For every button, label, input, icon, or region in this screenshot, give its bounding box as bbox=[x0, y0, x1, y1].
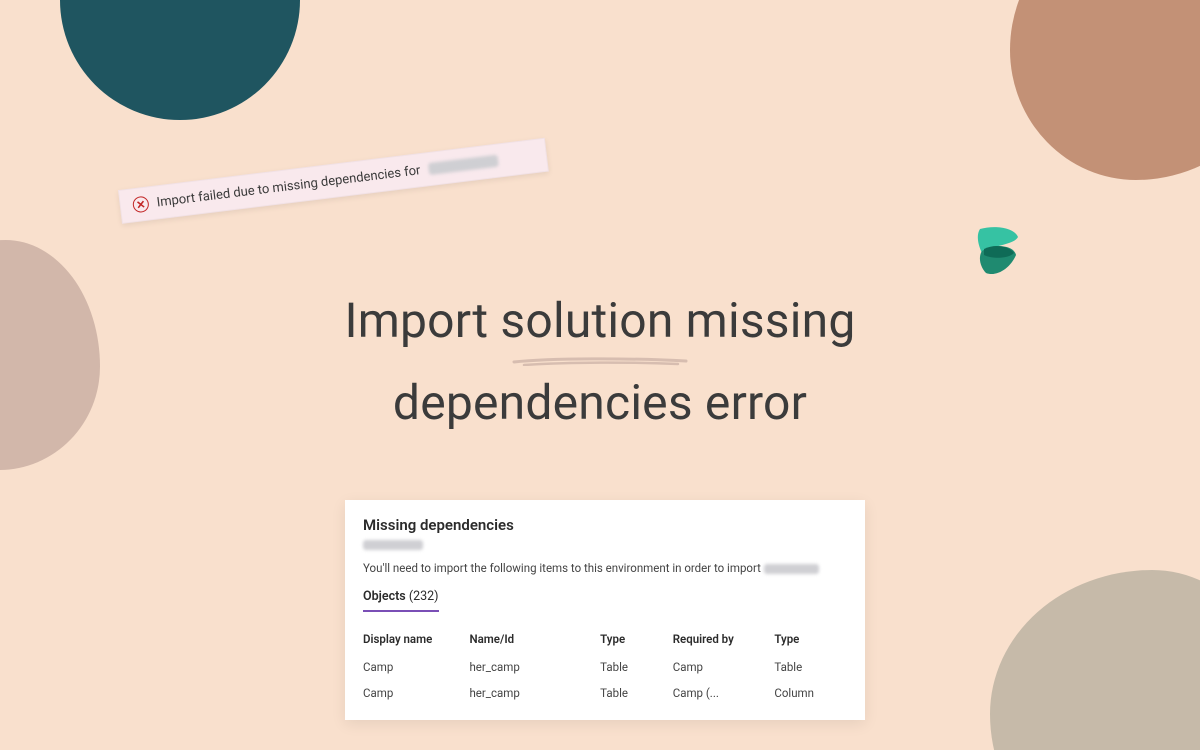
power-platform-logo-icon bbox=[974, 225, 1020, 279]
tab-count: (232) bbox=[409, 589, 439, 604]
page-title: Import solution missing dependencies err… bbox=[0, 290, 1200, 435]
redacted-text bbox=[428, 155, 499, 175]
table-header-row: Display name Name/Id Type Required by Ty… bbox=[363, 626, 847, 652]
hand-underline-icon bbox=[510, 356, 690, 366]
error-banner: ✕ Import failed due to missing dependenc… bbox=[118, 138, 549, 224]
decor-blob-top-right bbox=[1010, 0, 1200, 180]
missing-dependencies-panel: Missing dependencies You'll need to impo… bbox=[345, 500, 865, 720]
col-type: Type bbox=[600, 632, 673, 646]
panel-subtitle-redacted bbox=[363, 537, 847, 551]
decor-blob-teal bbox=[60, 0, 300, 120]
tab-objects[interactable]: Objects (232) bbox=[363, 585, 439, 612]
error-icon: ✕ bbox=[132, 196, 150, 214]
thumbnail-canvas: ✕ Import failed due to missing dependenc… bbox=[0, 0, 1200, 750]
title-line-1: Import solution missing bbox=[0, 290, 1200, 352]
col-type-2: Type bbox=[774, 632, 847, 646]
panel-description: You'll need to import the following item… bbox=[363, 561, 847, 575]
tab-label: Objects bbox=[363, 589, 406, 604]
panel-tabs: Objects (232) bbox=[363, 585, 847, 612]
table-row: Camp her_camp Table Camp (... Column bbox=[363, 680, 847, 706]
decor-blob-bottom-right bbox=[990, 570, 1200, 750]
col-required-by: Required by bbox=[673, 632, 775, 646]
panel-title: Missing dependencies bbox=[363, 516, 847, 534]
redacted-text bbox=[764, 564, 819, 574]
col-display-name: Display name bbox=[363, 632, 469, 646]
error-message: Import failed due to missing dependencie… bbox=[156, 163, 421, 210]
table-row: Camp her_camp Table Camp Table bbox=[363, 654, 847, 680]
title-line-2: dependencies error bbox=[0, 372, 1200, 434]
dependencies-table: Display name Name/Id Type Required by Ty… bbox=[363, 626, 847, 706]
col-name-id: Name/Id bbox=[469, 632, 600, 646]
